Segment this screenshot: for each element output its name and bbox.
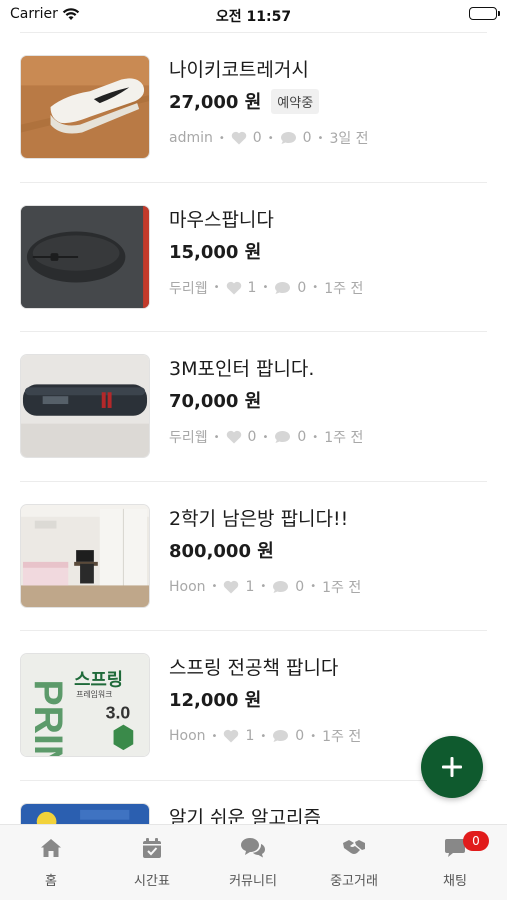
item-title: 2학기 남은방 팝니다!! (169, 507, 349, 530)
separator-dot: • (310, 581, 317, 592)
separator-dot: • (262, 282, 269, 293)
item-price: 12,000 원 (169, 690, 262, 711)
heart-icon (226, 430, 241, 444)
handshake-icon (343, 840, 365, 854)
separator-dot: • (310, 730, 317, 742)
list-item[interactable]: 2학기 남은방 팝니다!! 800,000 원 Hoon • 1 • 0 • 1… (20, 482, 487, 631)
room-photo (20, 503, 150, 608)
book-title-text: 스프링 (74, 669, 123, 690)
tab-label: 시간표 (134, 874, 170, 889)
item-meta: 두리웹 • 0 • 0 • 1주 전 (169, 427, 487, 447)
tab-label: 채팅 (443, 874, 467, 889)
home-icon (41, 839, 61, 857)
like-count: 1 (247, 279, 257, 296)
like-count: 0 (252, 130, 262, 146)
plus-icon (442, 757, 462, 777)
like-count: 0 (247, 429, 257, 445)
seller-name: 두리웹 (169, 430, 208, 446)
tab-home[interactable]: 홈 (1, 835, 101, 889)
seller-name: 두리웹 (169, 280, 208, 297)
item-title: 3M포인터 팝니다. (169, 358, 315, 380)
book-subtitle-text: 프레임워크 (76, 690, 112, 699)
posted-time: 1주 전 (324, 280, 364, 297)
separator-dot: • (211, 581, 218, 592)
list-item[interactable]: 나이키코트레거시 27,000 원 예약중 admin • 0 • 0 • 3일… (20, 33, 487, 183)
status-badge: 예약중 (271, 88, 320, 114)
item-meta: admin • 0 • 0 • 3일 전 (169, 128, 487, 148)
separator-dot: • (260, 581, 267, 592)
posted-time: 1주 전 (322, 729, 362, 745)
heart-icon (231, 131, 247, 145)
list-item[interactable]: 마우스팝니다 15,000 원 두리웹 • 1 • 0 • 1주 전 (20, 183, 487, 332)
book-photo: PRIN 스프링 프레임워크 3.0 (20, 653, 150, 757)
calendar-icon (143, 837, 161, 858)
tab-timetable[interactable]: 시간표 (102, 835, 202, 889)
comment-icon (273, 580, 289, 593)
comment-count: 0 (302, 130, 312, 146)
book-side-text: PRIN (26, 680, 70, 757)
separator-dot: • (267, 132, 274, 144)
comment-icon (275, 431, 291, 443)
like-count: 1 (245, 578, 255, 595)
add-item-button[interactable] (421, 736, 483, 798)
pointer-photo (20, 354, 150, 458)
comment-icon (275, 281, 291, 294)
comment-icon (280, 132, 296, 144)
list-item[interactable]: 3M포인터 팝니다. 70,000 원 두리웹 • 0 • 0 • 1주 전 (20, 332, 487, 482)
tab-chat[interactable]: 채팅 0 (405, 831, 505, 889)
posted-time: 3일 전 (329, 131, 369, 147)
comment-count: 0 (297, 429, 307, 445)
posted-time: 1주 전 (324, 430, 364, 446)
sneaker-photo (20, 55, 150, 159)
chat-bubbles-icon (241, 838, 265, 858)
separator-dot: • (260, 730, 267, 742)
tab-used-market[interactable]: 중고거래 (304, 835, 404, 889)
comment-count: 0 (295, 728, 305, 744)
heart-icon (224, 729, 239, 743)
comment-count: 0 (297, 279, 307, 296)
status-bar: Carrier 오전 11:57 (0, 0, 507, 30)
heart-icon (224, 580, 239, 593)
unread-badge: 0 (463, 831, 489, 851)
separator-dot: • (317, 132, 324, 144)
book-version-text: 3.0 (106, 703, 131, 723)
clock-label: 오전 11:57 (215, 9, 292, 25)
comment-icon (273, 730, 289, 742)
item-meta: 두리웹 • 1 • 0 • 1주 전 (169, 278, 487, 298)
item-price: 27,000 원 (169, 92, 262, 113)
separator-dot: • (213, 431, 220, 443)
item-meta: Hoon • 1 • 0 • 1주 전 (169, 577, 487, 597)
separator-dot: • (312, 431, 319, 443)
seller-name: Hoon (169, 578, 206, 595)
like-count: 1 (245, 728, 255, 744)
separator-dot: • (312, 282, 319, 293)
item-title: 나이키코트레거시 (169, 59, 309, 81)
tab-label: 커뮤니티 (229, 874, 277, 889)
bottom-tab-bar: 홈 시간표 커뮤니티 중고거래 채팅 0 (0, 824, 507, 900)
separator-dot: • (211, 730, 218, 742)
item-price: 15,000 원 (169, 241, 262, 263)
separator-dot: • (262, 431, 269, 443)
mouse-photo (20, 204, 150, 309)
seller-name: admin (169, 130, 213, 146)
item-price: 70,000 원 (169, 391, 262, 412)
tab-community[interactable]: 커뮤니티 (203, 835, 303, 889)
separator-dot: • (218, 132, 225, 144)
list-item[interactable]: PRIN 스프링 프레임워크 3.0 스프링 전공책 팝니다 12,000 원 … (20, 631, 487, 781)
tab-label: 중고거래 (330, 874, 378, 889)
posted-time: 1주 전 (322, 579, 362, 596)
heart-icon (226, 281, 241, 294)
seller-name: Hoon (169, 728, 206, 744)
separator-dot: • (213, 282, 220, 293)
item-title: 마우스팝니다 (169, 208, 274, 231)
tab-label: 홈 (45, 874, 57, 889)
comment-count: 0 (295, 578, 305, 595)
item-price: 800,000 원 (169, 540, 274, 562)
battery-icon (469, 7, 500, 20)
item-title: 스프링 전공책 팝니다 (169, 657, 339, 679)
